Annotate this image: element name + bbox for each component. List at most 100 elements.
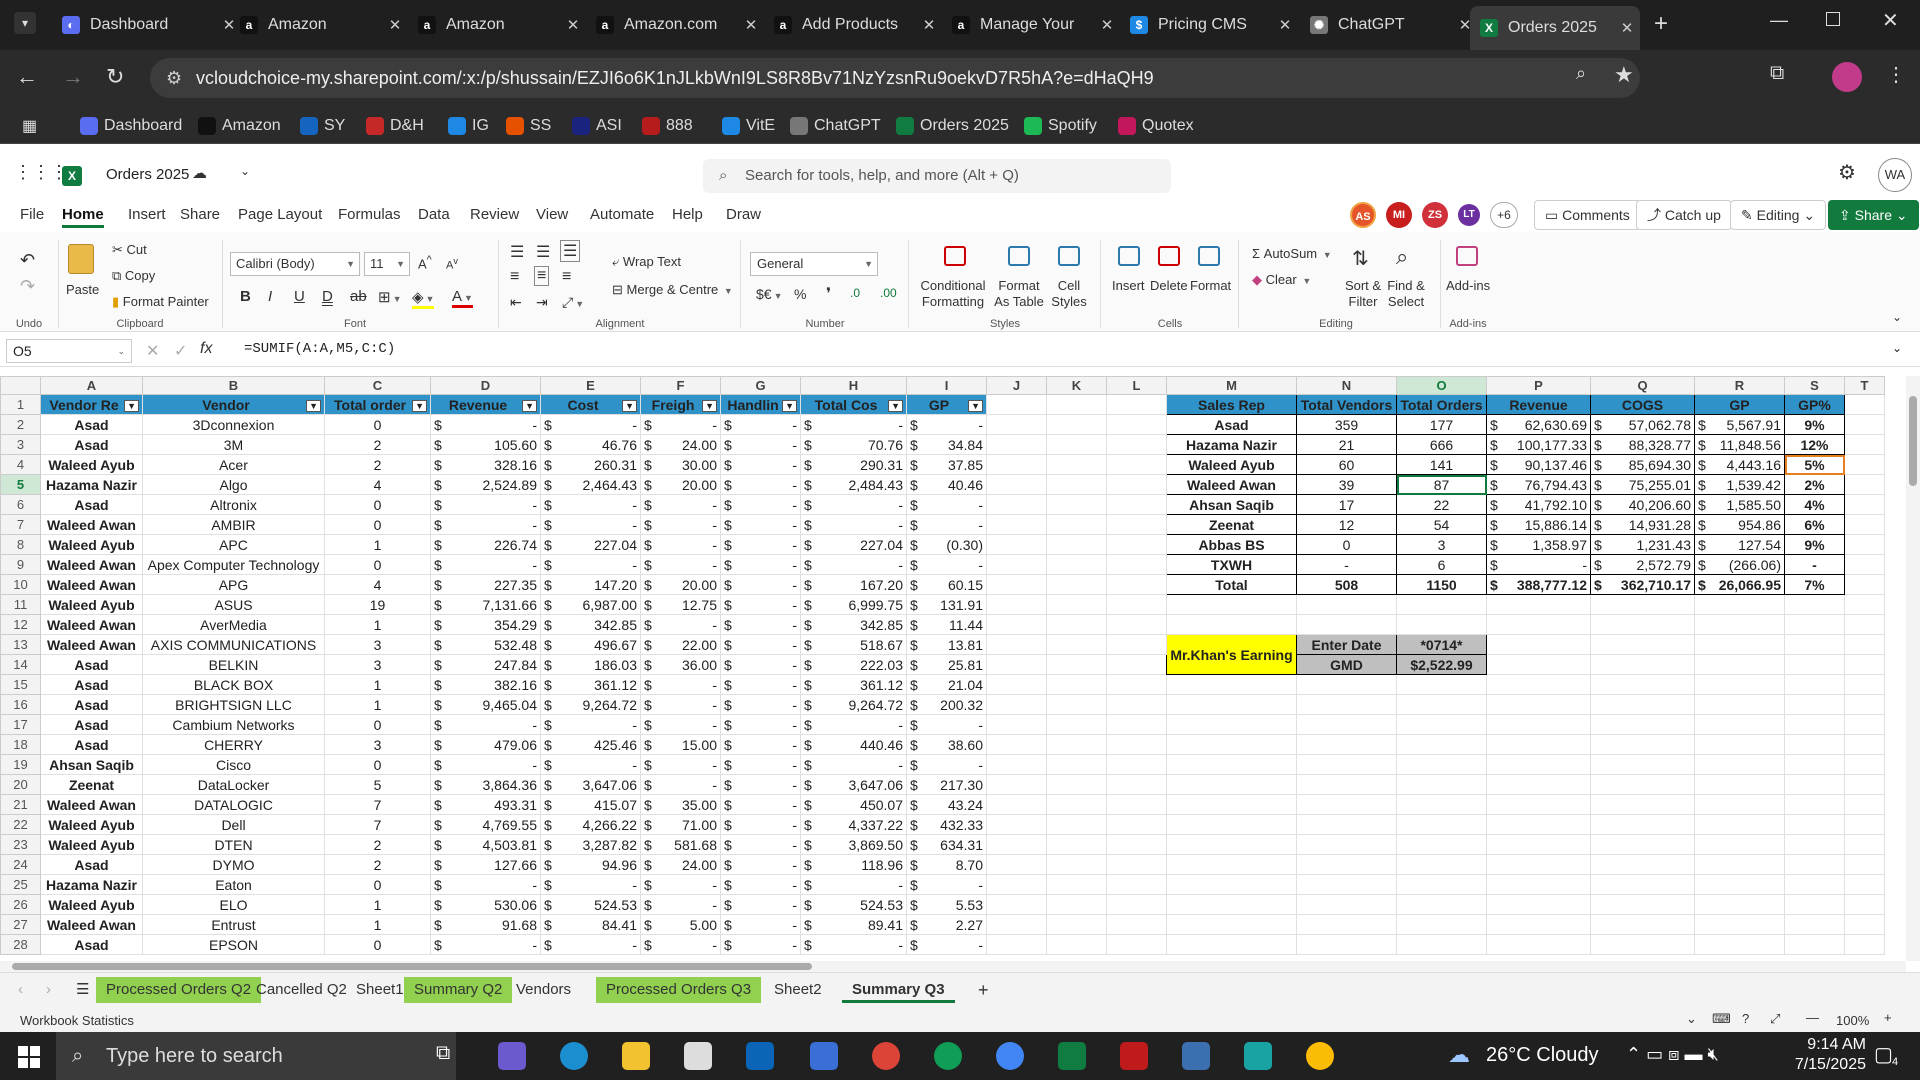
- amount-cell[interactable]: $11.44: [906, 614, 987, 635]
- amount-cell[interactable]: $89.41: [800, 914, 907, 935]
- order-count-cell[interactable]: 1: [324, 674, 431, 695]
- empty-cell[interactable]: [1590, 794, 1695, 815]
- summary-count-cell[interactable]: 87: [1396, 474, 1487, 495]
- empty-cell[interactable]: [1106, 674, 1167, 695]
- empty-cell[interactable]: [1396, 854, 1487, 875]
- new-tab-icon[interactable]: +: [1654, 10, 1668, 38]
- empty-cell[interactable]: [1166, 594, 1297, 615]
- sheet-prev-icon[interactable]: ‹: [8, 977, 33, 1003]
- font-size-select[interactable]: 11 ▼: [364, 252, 410, 276]
- empty-cell[interactable]: [986, 934, 1047, 955]
- amount-cell[interactable]: $ -: [640, 694, 721, 715]
- all-sheets-icon[interactable]: ☰: [66, 977, 99, 1003]
- total-cell[interactable]: Total: [1166, 574, 1297, 595]
- empty-cell[interactable]: [1844, 414, 1885, 435]
- url-field[interactable]: ⚙ vcloudchoice-my.sharepoint.com/:x:/p/s…: [150, 58, 1640, 98]
- gp-percent-cell[interactable]: 4%: [1784, 494, 1845, 515]
- summary-count-cell[interactable]: -: [1296, 554, 1397, 575]
- empty-cell[interactable]: [1844, 454, 1885, 475]
- amount-cell[interactable]: $ -: [430, 514, 541, 535]
- row-header[interactable]: 2: [0, 414, 41, 435]
- summary-rep-cell[interactable]: Hazama Nazir: [1166, 434, 1297, 455]
- align-top-icon[interactable]: ☰: [510, 242, 524, 262]
- amount-cell[interactable]: $6,999.75: [800, 594, 907, 615]
- total-cell[interactable]: 7%: [1784, 574, 1845, 595]
- increase-indent-icon[interactable]: ⇥: [536, 294, 548, 311]
- summary-count-cell[interactable]: 21: [1296, 434, 1397, 455]
- empty-cell[interactable]: [1590, 934, 1695, 955]
- row-header[interactable]: 3: [0, 434, 41, 455]
- empty-cell[interactable]: [1590, 894, 1695, 915]
- close-tab-icon[interactable]: ✕: [916, 16, 942, 34]
- empty-cell[interactable]: [1694, 774, 1785, 795]
- empty-cell[interactable]: [1784, 594, 1845, 615]
- row-header[interactable]: 22: [0, 814, 41, 835]
- amount-cell[interactable]: $91.68: [430, 914, 541, 935]
- empty-cell[interactable]: [1590, 654, 1695, 675]
- row-header[interactable]: 12: [0, 614, 41, 635]
- amount-cell[interactable]: $ -: [720, 434, 801, 455]
- workbook-statistics[interactable]: Workbook Statistics: [20, 1013, 134, 1028]
- empty-cell[interactable]: [1486, 874, 1591, 895]
- empty-cell[interactable]: [1106, 434, 1167, 455]
- amount-cell[interactable]: $524.53: [800, 894, 907, 915]
- empty-cell[interactable]: [1046, 654, 1107, 675]
- empty-cell[interactable]: [1844, 474, 1885, 495]
- empty-cell[interactable]: [1396, 874, 1487, 895]
- amount-cell[interactable]: $3,864.36: [430, 774, 541, 795]
- summary-amount-cell[interactable]: $2,572.79: [1590, 554, 1695, 575]
- summary-rep-cell[interactable]: Waleed Awan: [1166, 474, 1297, 495]
- amount-cell[interactable]: $ -: [640, 754, 721, 775]
- sheet-tab[interactable]: Summary Q3: [842, 977, 955, 1003]
- amount-cell[interactable]: $3,287.82: [540, 834, 641, 855]
- sales-rep-cell[interactable]: Waleed Ayub: [40, 894, 143, 915]
- sales-rep-cell[interactable]: Asad: [40, 434, 143, 455]
- vendor-cell[interactable]: ELO: [142, 894, 325, 915]
- gmd-value[interactable]: $2,522.99: [1396, 654, 1487, 675]
- order-count-cell[interactable]: 2: [324, 834, 431, 855]
- empty-cell[interactable]: [1046, 854, 1107, 875]
- apps-grid-icon[interactable]: ▦: [22, 116, 37, 136]
- empty-cell[interactable]: [1046, 934, 1107, 955]
- percent-format-icon[interactable]: %: [794, 286, 806, 302]
- tab-draw[interactable]: Draw: [726, 206, 761, 223]
- left-table-header[interactable]: Cost ▼: [540, 394, 641, 415]
- bookmark-item[interactable]: Orders 2025: [896, 114, 1009, 138]
- vendor-cell[interactable]: Acer: [142, 454, 325, 475]
- fit-icon[interactable]: ⤢: [1770, 1011, 1780, 1027]
- empty-cell[interactable]: [1844, 574, 1885, 595]
- empty-cell[interactable]: [1590, 814, 1695, 835]
- empty-cell[interactable]: [1106, 414, 1167, 435]
- amount-cell[interactable]: $524.53: [540, 894, 641, 915]
- amount-cell[interactable]: $ -: [540, 714, 641, 735]
- name-box[interactable]: O5 ⌄: [6, 339, 132, 363]
- delete-cells-icon[interactable]: [1158, 246, 1180, 266]
- vendor-cell[interactable]: Cambium Networks: [142, 714, 325, 735]
- paste-icon[interactable]: [68, 244, 94, 274]
- align-left-icon[interactable]: ≡: [510, 268, 519, 286]
- amount-cell[interactable]: $40.46: [906, 474, 987, 495]
- amount-cell[interactable]: $361.12: [800, 674, 907, 695]
- empty-cell[interactable]: [986, 414, 1047, 435]
- empty-cell[interactable]: [1590, 874, 1695, 895]
- empty-cell[interactable]: [1844, 694, 1885, 715]
- summary-rep-cell[interactable]: Abbas BS: [1166, 534, 1297, 555]
- amount-cell[interactable]: $12.75: [640, 594, 721, 615]
- close-tab-icon[interactable]: ✕: [1094, 16, 1120, 34]
- amount-cell[interactable]: $ -: [906, 514, 987, 535]
- empty-cell[interactable]: [1046, 594, 1107, 615]
- empty-cell[interactable]: [986, 774, 1047, 795]
- row-header[interactable]: 4: [0, 454, 41, 475]
- sheet-next-icon[interactable]: ›: [36, 977, 61, 1003]
- vertical-scrollbar[interactable]: [1906, 376, 1920, 961]
- empty-cell[interactable]: [1844, 614, 1885, 635]
- empty-cell[interactable]: [1106, 814, 1167, 835]
- left-table-header[interactable]: Revenue ▼: [430, 394, 541, 415]
- empty-cell[interactable]: [1694, 934, 1785, 955]
- amount-cell[interactable]: $450.07: [800, 794, 907, 815]
- empty-cell[interactable]: [1046, 754, 1107, 775]
- empty-cell[interactable]: [1396, 754, 1487, 775]
- amount-cell[interactable]: $ -: [720, 534, 801, 555]
- bookmark-item[interactable]: Amazon: [198, 114, 281, 138]
- empty-cell[interactable]: [1694, 654, 1785, 675]
